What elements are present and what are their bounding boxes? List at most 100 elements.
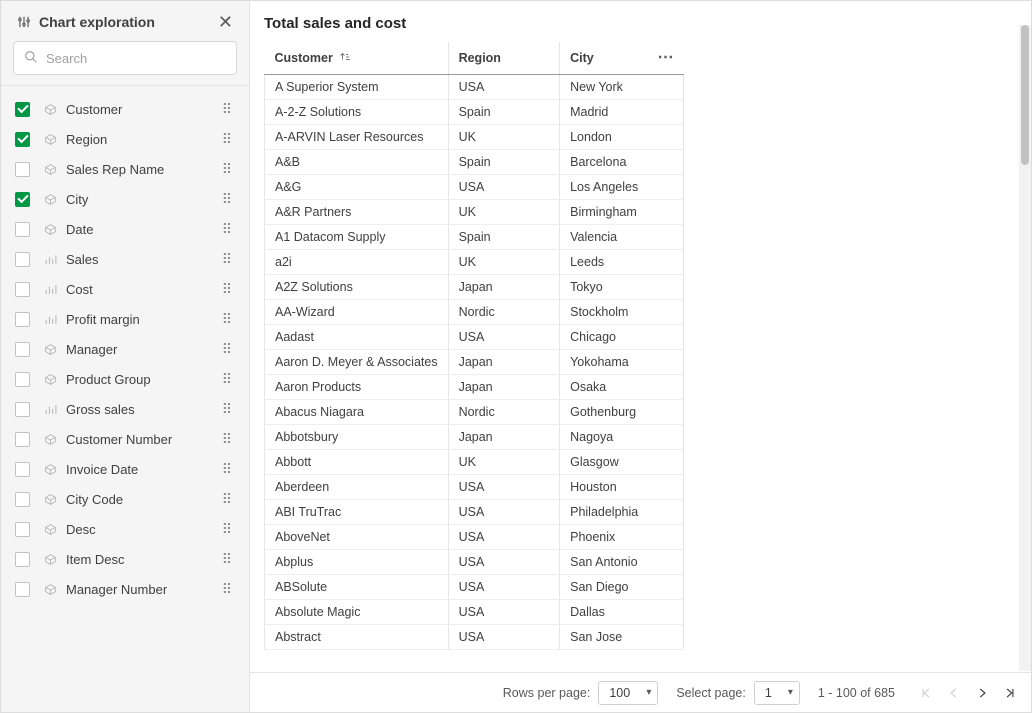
table-row[interactable]: ABI TruTracUSAPhiladelphia [265,500,684,525]
table-row[interactable]: AberdeenUSAHouston [265,475,684,500]
table-row[interactable]: AboveNetUSAPhoenix [265,525,684,550]
drag-handle-icon[interactable]: ⠿ [220,582,235,596]
table-row[interactable]: a2iUKLeeds [265,250,684,275]
drag-handle-icon[interactable]: ⠿ [220,492,235,506]
column-header-customer[interactable]: Customer [265,42,449,75]
prev-page-button[interactable] [947,686,961,700]
checkbox[interactable] [15,432,30,447]
checkbox[interactable] [15,462,30,477]
select-page-select[interactable]: 1 ▾ [754,681,800,705]
field-item[interactable]: Customer⠿ [11,94,239,124]
checkbox[interactable] [15,192,30,207]
checkbox[interactable] [15,582,30,597]
rows-per-page-select[interactable]: 100 ▾ [598,681,658,705]
pagination-bar: Rows per page: 100 ▾ Select page: 1 ▾ 1 … [250,672,1031,712]
drag-handle-icon[interactable]: ⠿ [220,552,235,566]
table-row[interactable]: A-2-Z SolutionsSpainMadrid [265,100,684,125]
table-row[interactable]: AbstractUSASan Jose [265,625,684,650]
table-row[interactable]: AbbotsburyJapanNagoya [265,425,684,450]
cell-region: USA [448,75,560,100]
table-row[interactable]: A&GUSALos Angeles [265,175,684,200]
table-row[interactable]: Abacus NiagaraNordicGothenburg [265,400,684,425]
table-row[interactable]: AadastUSAChicago [265,325,684,350]
drag-handle-icon[interactable]: ⠿ [220,522,235,536]
table-row[interactable]: A1 Datacom SupplySpainValencia [265,225,684,250]
drag-handle-icon[interactable]: ⠿ [220,462,235,476]
checkbox[interactable] [15,222,30,237]
field-item[interactable]: Sales⠿ [11,244,239,274]
field-item[interactable]: Customer Number⠿ [11,424,239,454]
checkbox[interactable] [15,402,30,417]
drag-handle-icon[interactable]: ⠿ [220,342,235,356]
table-row[interactable]: A2Z SolutionsJapanTokyo [265,275,684,300]
drag-handle-icon[interactable]: ⠿ [220,102,235,116]
field-item[interactable]: Cost⠿ [11,274,239,304]
search-input[interactable] [46,51,226,66]
more-icon[interactable]: ⋯ [658,50,674,66]
first-page-button[interactable] [919,686,933,700]
field-item[interactable]: Manager⠿ [11,334,239,364]
cell-city: Madrid [560,100,684,125]
table-row[interactable]: ABSoluteUSASan Diego [265,575,684,600]
field-item[interactable]: Desc⠿ [11,514,239,544]
table-row[interactable]: AbbottUKGlasgow [265,450,684,475]
table-row[interactable]: A&R PartnersUKBirmingham [265,200,684,225]
table-row[interactable]: AbplusUSASan Antonio [265,550,684,575]
checkbox[interactable] [15,372,30,387]
table-row[interactable]: AA-WizardNordicStockholm [265,300,684,325]
drag-handle-icon[interactable]: ⠿ [220,402,235,416]
cell-region: Spain [448,150,560,175]
checkbox[interactable] [15,552,30,567]
table-row[interactable]: A-ARVIN Laser ResourcesUKLondon [265,125,684,150]
drag-handle-icon[interactable]: ⠿ [220,222,235,236]
checkbox[interactable] [15,252,30,267]
checkbox[interactable] [15,522,30,537]
table-row[interactable]: A&BSpainBarcelona [265,150,684,175]
field-label: Cost [66,282,220,297]
next-page-button[interactable] [975,686,989,700]
drag-handle-icon[interactable]: ⠿ [220,132,235,146]
dimension-icon [42,493,58,506]
checkbox[interactable] [15,312,30,327]
field-item[interactable]: Profit margin⠿ [11,304,239,334]
column-header-city[interactable]: City ⋯ [560,42,684,75]
drag-handle-icon[interactable]: ⠿ [220,162,235,176]
checkbox[interactable] [15,162,30,177]
cell-region: Japan [448,275,560,300]
field-item[interactable]: City Code⠿ [11,484,239,514]
field-item[interactable]: Region⠿ [11,124,239,154]
vertical-scrollbar[interactable] [1019,25,1031,671]
drag-handle-icon[interactable]: ⠿ [220,282,235,296]
cell-city: Valencia [560,225,684,250]
field-item[interactable]: Gross sales⠿ [11,394,239,424]
cell-customer: Abstract [265,625,449,650]
field-item[interactable]: Sales Rep Name⠿ [11,154,239,184]
field-item[interactable]: Item Desc⠿ [11,544,239,574]
checkbox[interactable] [15,102,30,117]
last-page-button[interactable] [1003,686,1017,700]
checkbox[interactable] [15,132,30,147]
drag-handle-icon[interactable]: ⠿ [220,312,235,326]
field-item[interactable]: Invoice Date⠿ [11,454,239,484]
cell-city: Glasgow [560,450,684,475]
scroll-thumb[interactable] [1021,25,1029,165]
drag-handle-icon[interactable]: ⠿ [220,252,235,266]
field-item[interactable]: Product Group⠿ [11,364,239,394]
table-row[interactable]: Aaron D. Meyer & AssociatesJapanYokohama [265,350,684,375]
column-header-region[interactable]: Region [448,42,560,75]
table-row[interactable]: A Superior SystemUSANew York [265,75,684,100]
table-row[interactable]: Absolute MagicUSADallas [265,600,684,625]
checkbox[interactable] [15,492,30,507]
search-box[interactable] [13,41,237,75]
checkbox[interactable] [15,342,30,357]
table-row[interactable]: Aaron ProductsJapanOsaka [265,375,684,400]
field-item[interactable]: Date⠿ [11,214,239,244]
drag-handle-icon[interactable]: ⠿ [220,432,235,446]
drag-handle-icon[interactable]: ⠿ [220,192,235,206]
close-icon[interactable]: ✕ [218,13,233,31]
cell-city: Barcelona [560,150,684,175]
field-item[interactable]: Manager Number⠿ [11,574,239,604]
checkbox[interactable] [15,282,30,297]
drag-handle-icon[interactable]: ⠿ [220,372,235,386]
field-item[interactable]: City⠿ [11,184,239,214]
